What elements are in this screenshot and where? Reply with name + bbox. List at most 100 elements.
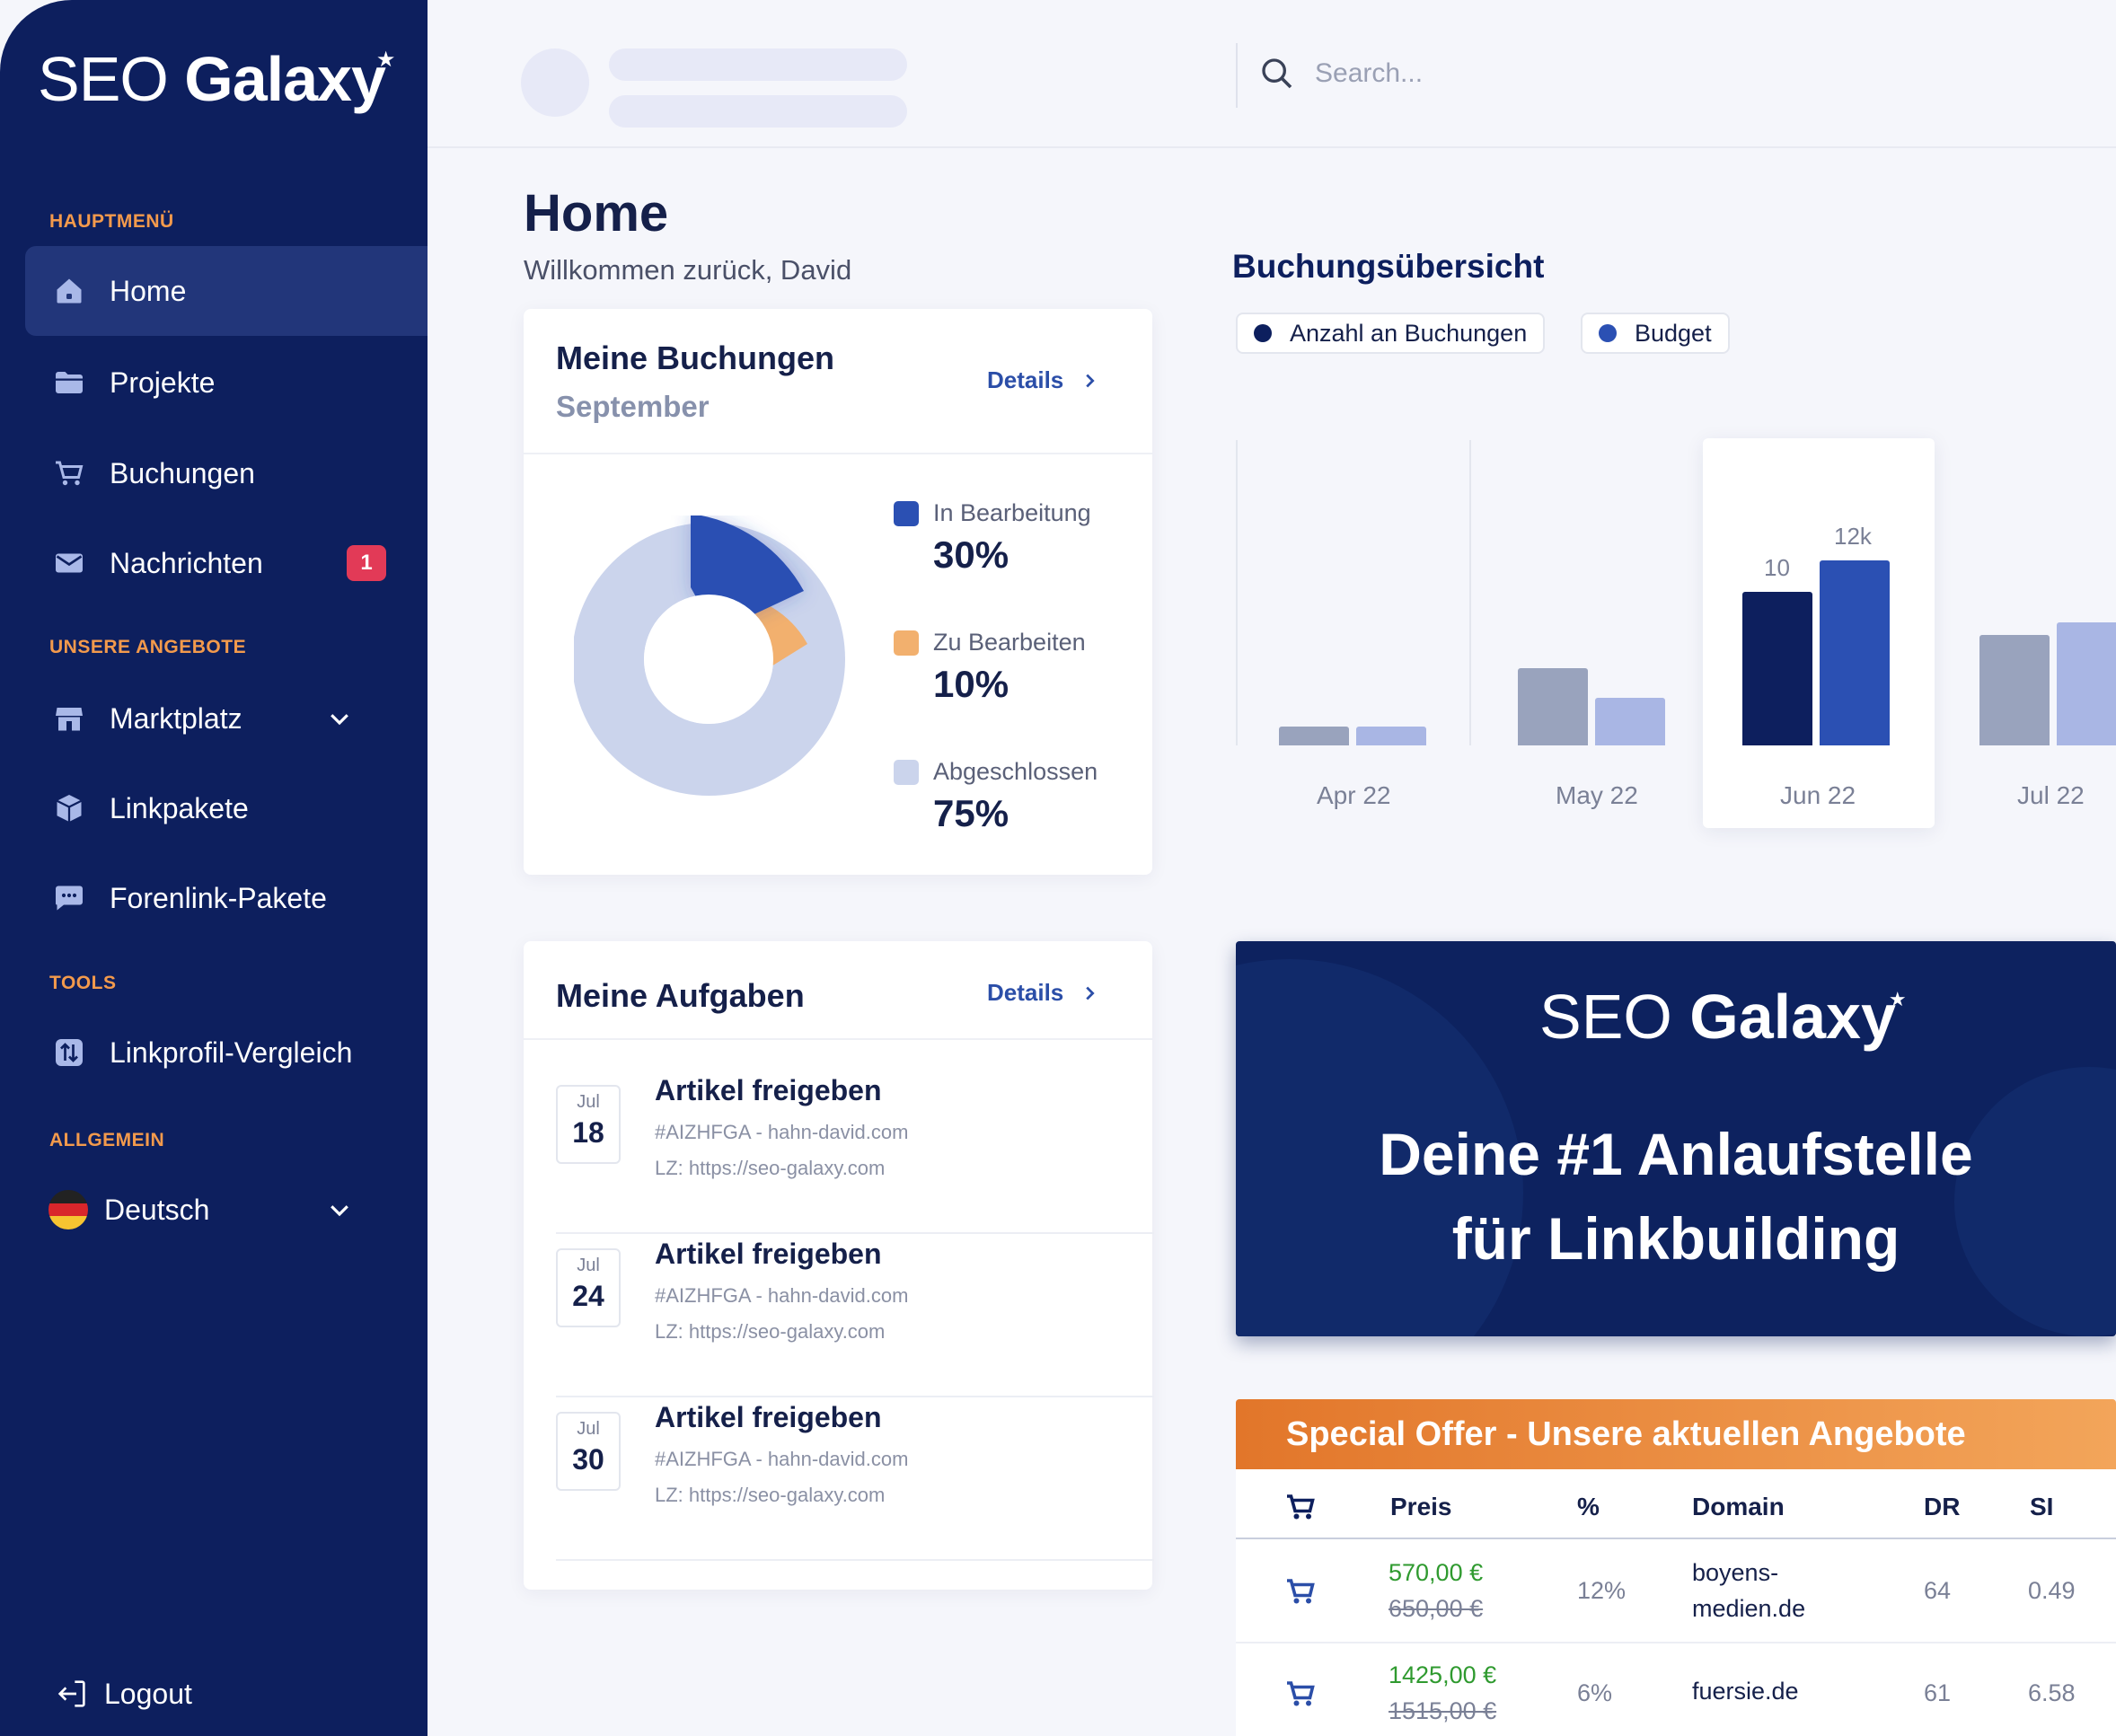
package-icon <box>52 791 86 825</box>
donut-hole <box>644 595 773 724</box>
germany-flag-icon <box>48 1190 88 1229</box>
task-target-url: LZ: https://seo-galaxy.com <box>655 1157 886 1179</box>
topbar: Search... <box>428 0 2116 148</box>
section-label-offers: UNSERE ANGEBOTE <box>49 637 247 657</box>
card-divider <box>524 453 1152 454</box>
column-header-dr[interactable]: DR <box>1924 1493 1960 1521</box>
legend-value: 10% <box>933 663 1010 705</box>
section-label-tools: TOOLS <box>49 973 117 993</box>
brand-logo[interactable]: SEO Galaxy★ <box>38 43 403 115</box>
search-icon <box>1262 58 1292 89</box>
details-label: Details <box>987 366 1064 393</box>
bar-value-label: 12k <box>1834 523 1872 550</box>
task-item[interactable]: Jul 30 Artikel freigeben #AIZHFGA - hahn… <box>556 1397 1154 1561</box>
welcome-text: Willkommen zurück, David <box>524 254 852 286</box>
logo-text-seo: SEO <box>1539 982 1672 1052</box>
column-header-si[interactable]: SI <box>2030 1493 2053 1521</box>
search-placeholder: Search... <box>1315 58 1424 88</box>
domain-rating: 61 <box>1924 1679 1952 1706</box>
bookings-details-link[interactable]: Details <box>987 366 1099 394</box>
task-item[interactable]: Jul 24 Artikel freigeben #AIZHFGA - hahn… <box>556 1234 1154 1397</box>
mail-icon <box>52 546 86 580</box>
bar-bookings-apr-22[interactable] <box>1279 727 1349 745</box>
star-icon: ★ <box>375 48 395 72</box>
cart-icon <box>1284 1491 1317 1528</box>
sidebar-item-label: Nachrichten <box>110 546 263 579</box>
legend-value: 75% <box>933 792 1010 834</box>
add-to-cart-icon[interactable] <box>1284 1678 1317 1714</box>
skeleton-line <box>609 48 907 81</box>
task-day: 30 <box>572 1443 604 1476</box>
task-title: Artikel freigeben <box>655 1238 882 1270</box>
store-icon <box>52 701 86 736</box>
spam-index: 6.58 <box>2028 1679 2076 1706</box>
domain-rating: 64 <box>1924 1577 1952 1604</box>
column-header-percent[interactable]: % <box>1577 1493 1600 1521</box>
logo-text-galaxy: Galaxy <box>184 44 386 114</box>
legend-chip-budget[interactable]: Budget <box>1581 313 1730 354</box>
column-header-price[interactable]: Preis <box>1390 1493 1452 1521</box>
sidebar-item-label: Forenlink-Pakete <box>110 881 327 914</box>
bookings-card-month: September <box>556 390 710 423</box>
task-month: Jul <box>577 1092 600 1112</box>
legend-dot <box>1254 324 1272 342</box>
details-label: Details <box>987 979 1064 1006</box>
legend-label: In Bearbeitung <box>933 499 1091 526</box>
task-title: Artikel freigeben <box>655 1074 882 1106</box>
tasks-card: Meine Aufgaben Details Jul 18 Artikel fr… <box>524 941 1154 1590</box>
chevron-down-icon[interactable] <box>326 705 353 732</box>
sidebar-item-home[interactable]: Home <box>25 246 428 336</box>
bar-budget-jul-22[interactable] <box>2057 622 2116 745</box>
sidebar-item-buchungen[interactable]: Buchungen <box>25 428 428 518</box>
task-target-url: LZ: https://seo-galaxy.com <box>655 1484 886 1506</box>
bar-budget-jun-22[interactable] <box>1820 560 1890 745</box>
legend-chip-bookings[interactable]: Anzahl an Buchungen <box>1236 313 1546 354</box>
bar-bookings-jun-22[interactable] <box>1742 592 1812 745</box>
task-day: 18 <box>572 1116 604 1149</box>
avatar-placeholder <box>521 48 589 117</box>
sidebar-item-nachrichten[interactable]: Nachrichten 1 <box>25 518 428 608</box>
logout-button[interactable]: Logout <box>54 1676 192 1712</box>
x-axis-label: Apr 22 <box>1317 781 1391 809</box>
legend-swatch <box>894 630 919 656</box>
bar-budget-apr-22[interactable] <box>1356 727 1426 745</box>
column-header-domain[interactable]: Domain <box>1692 1493 1785 1521</box>
chat-icon <box>52 881 86 915</box>
x-axis-label: Jun 22 <box>1780 781 1856 809</box>
language-select[interactable]: Deutsch <box>25 1165 428 1255</box>
sidebar-item-label: Buchungen <box>110 456 255 489</box>
search-input[interactable]: Search... <box>1259 56 1423 92</box>
task-day: 24 <box>572 1280 604 1312</box>
discount-percent: 6% <box>1577 1679 1613 1706</box>
bar-bookings-jul-22[interactable] <box>1979 635 2050 745</box>
price-new: 1425,00 € <box>1389 1661 1497 1688</box>
promo-headline: Deine #1 Anlaufstelle für Linkbuilding <box>1236 1112 2116 1281</box>
add-to-cart-icon[interactable] <box>1284 1575 1317 1612</box>
sidebar-item-linkpakete[interactable]: Linkpakete <box>25 763 428 853</box>
chevron-down-icon[interactable] <box>326 1196 353 1223</box>
compare-icon <box>52 1035 86 1070</box>
logout-icon <box>57 1680 85 1707</box>
folder-icon <box>52 366 86 400</box>
topbar-divider <box>1236 43 1238 108</box>
row-divider <box>1236 1642 2116 1643</box>
sidebar-item-forenlink-pakete[interactable]: Forenlink-Pakete <box>25 853 428 943</box>
promo-banner[interactable]: SEO Galaxy★ Deine #1 Anlaufstelle für Li… <box>1236 941 2116 1336</box>
bar-bookings-may-22[interactable] <box>1518 668 1588 745</box>
x-axis-label: Jul 22 <box>2017 781 2085 809</box>
sidebar-item-projekte[interactable]: Projekte <box>25 338 428 427</box>
task-meta: #AIZHFGA - hahn-david.com <box>655 1448 909 1470</box>
x-axis-label: May 22 <box>1556 781 1638 809</box>
bookings-donut-chart <box>574 516 845 796</box>
sidebar-item-linkprofil-vergleich[interactable]: Linkprofil-Vergleich <box>25 1008 428 1097</box>
bar-budget-may-22[interactable] <box>1595 698 1665 745</box>
task-item[interactable]: Jul 18 Artikel freigeben #AIZHFGA - hahn… <box>556 1071 1154 1234</box>
task-title: Artikel freigeben <box>655 1401 882 1433</box>
tasks-details-link[interactable]: Details <box>987 979 1099 1007</box>
promo-headline-line: für Linkbuilding <box>1451 1205 1900 1272</box>
task-date: Jul 18 <box>556 1085 621 1164</box>
sidebar-item-label: Linkprofil-Vergleich <box>110 1035 353 1069</box>
legend-value: 30% <box>933 533 1010 576</box>
sidebar-item-marktplatz[interactable]: Marktplatz <box>25 674 428 763</box>
bookings-card: Meine Buchungen September Details In Bea… <box>524 309 1152 875</box>
